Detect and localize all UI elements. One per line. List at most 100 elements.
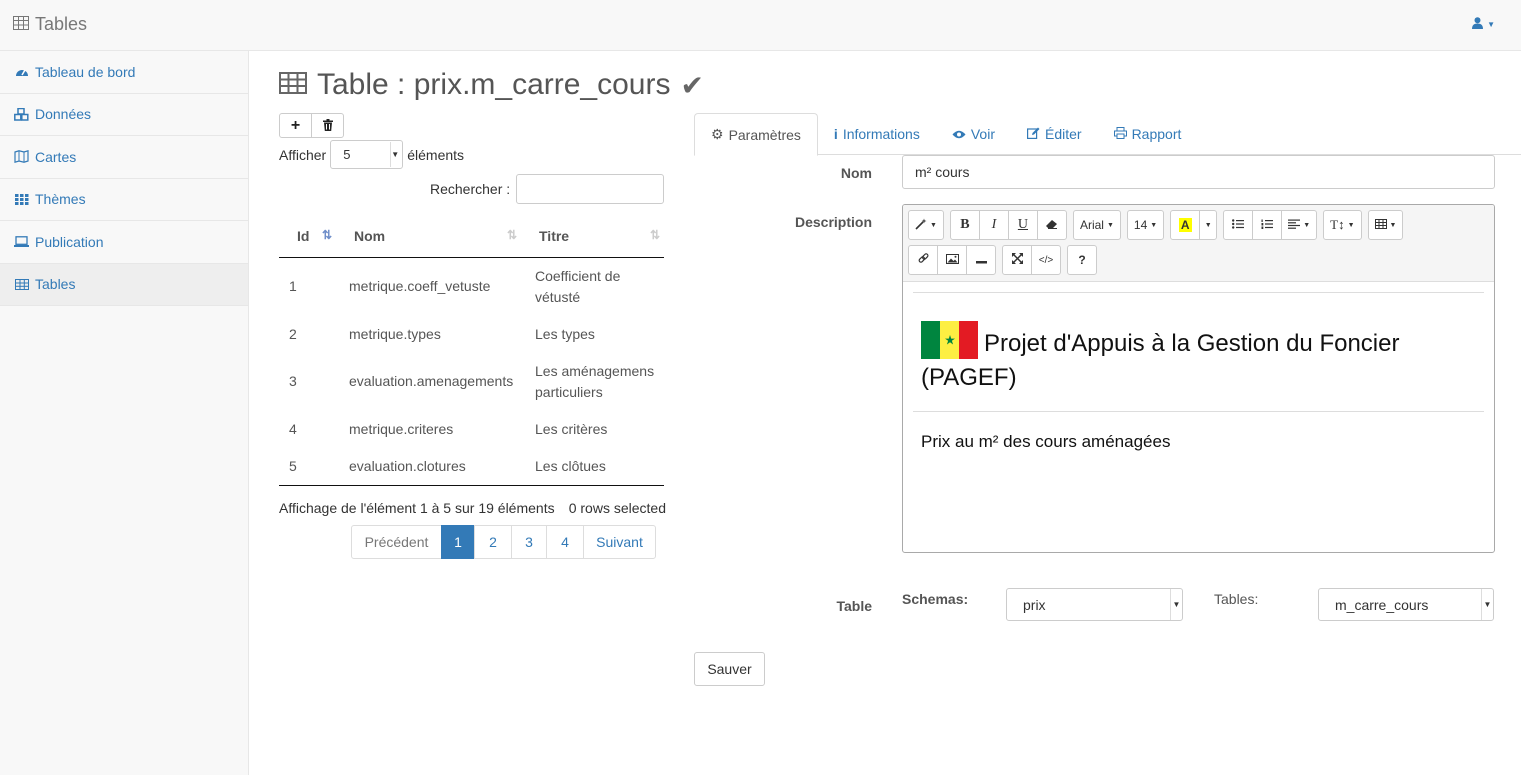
table-icon bbox=[13, 14, 29, 35]
color-dropdown[interactable]: ▼ bbox=[1199, 210, 1218, 240]
column-header-titre[interactable]: Titre ⇅ bbox=[521, 216, 664, 258]
font-name-dropdown[interactable]: Arial ▼ bbox=[1072, 210, 1121, 240]
table-header-row: Id ⇅ Nom ⇅ Titre ⇅ bbox=[279, 216, 664, 258]
pagination-next[interactable]: Suivant bbox=[583, 525, 656, 559]
caret-down-icon: ▼ bbox=[1389, 221, 1397, 229]
pagination-previous[interactable]: Précédent bbox=[351, 525, 442, 559]
cell-id: 1 bbox=[289, 278, 297, 294]
divider bbox=[913, 411, 1484, 412]
ordered-list-button[interactable] bbox=[1252, 210, 1283, 240]
save-button[interactable]: Sauver bbox=[694, 652, 765, 686]
unordered-list-button[interactable] bbox=[1223, 210, 1254, 240]
show-label: Afficher bbox=[279, 146, 327, 163]
cell-nom: metrique.criteres bbox=[349, 420, 454, 437]
paragraph-dropdown[interactable]: ▼ bbox=[1281, 210, 1318, 240]
info-icon: i bbox=[833, 126, 838, 142]
cell-titre: Coefficient de vétusté bbox=[535, 267, 621, 305]
user-menu[interactable]: ▼ bbox=[1472, 17, 1495, 32]
sidebar-item-themes[interactable]: Thèmes bbox=[0, 179, 248, 221]
cell-titre: Les aménagemens particuliers bbox=[535, 362, 655, 400]
sort-asc-icon: ⇅ bbox=[321, 228, 332, 242]
table-row[interactable]: 3 evaluation.amenagements Les aménagemen… bbox=[279, 353, 664, 411]
clear-format-button[interactable] bbox=[1036, 210, 1067, 240]
eye-icon bbox=[952, 126, 966, 142]
sidebar-item-label: Thèmes bbox=[35, 191, 86, 208]
italic-icon: I bbox=[991, 217, 997, 232]
code-icon: </> bbox=[1038, 254, 1054, 266]
pagination-page-4[interactable]: 4 bbox=[546, 525, 584, 559]
search-input[interactable] bbox=[516, 174, 665, 204]
pagination-page-1[interactable]: 1 bbox=[441, 525, 475, 559]
cell-titre: Les clôtues bbox=[521, 447, 664, 486]
cell-id: 3 bbox=[289, 373, 297, 389]
fullscreen-button[interactable] bbox=[1002, 245, 1032, 275]
table-dropdown[interactable]: ▼ bbox=[1367, 210, 1404, 240]
tab-editer[interactable]: Éditer bbox=[1011, 113, 1098, 155]
line-height-dropdown[interactable]: T↕ ▼ bbox=[1323, 210, 1362, 240]
caret-down-icon: ▼ bbox=[1204, 221, 1212, 229]
sidebar-item-cartes[interactable]: Cartes bbox=[0, 136, 248, 179]
table-icon bbox=[279, 68, 307, 102]
help-button[interactable]: ? bbox=[1067, 245, 1097, 275]
grid-icon bbox=[14, 193, 29, 205]
sidebar-item-publication[interactable]: Publication bbox=[0, 221, 248, 264]
add-button[interactable]: + bbox=[279, 113, 312, 138]
schemas-select[interactable]: prix ▼ bbox=[1006, 588, 1183, 621]
color-button[interactable]: A bbox=[1170, 210, 1201, 240]
page-length-select[interactable]: 5 ▼ bbox=[330, 140, 404, 169]
sort-icon: ⇅ bbox=[506, 228, 517, 242]
list-ol-icon bbox=[1261, 218, 1274, 232]
table-row[interactable]: 4 metrique.criteres Les critères bbox=[279, 411, 664, 448]
plus-icon: + bbox=[290, 116, 301, 134]
table-label: Table bbox=[836, 598, 872, 614]
sidebar-item-label: Cartes bbox=[35, 148, 77, 165]
tab-voir[interactable]: Voir bbox=[936, 113, 1011, 155]
cell-nom: evaluation.amenagements bbox=[349, 373, 514, 389]
minus-icon bbox=[975, 253, 987, 267]
sidebar-item-label: Tables bbox=[35, 276, 76, 293]
underline-button[interactable]: U bbox=[1007, 210, 1038, 240]
column-header-nom[interactable]: Nom ⇅ bbox=[336, 216, 521, 258]
editor-content[interactable]: Projet d'Appuis à la Gestion du Foncier … bbox=[903, 282, 1494, 452]
check-icon: ✔ bbox=[680, 69, 704, 101]
column-header-id[interactable]: Id ⇅ bbox=[279, 216, 336, 258]
italic-button[interactable]: I bbox=[978, 210, 1009, 240]
detail-tabs: ⚙ Paramètres i Informations Voir Éditer … bbox=[694, 113, 1521, 156]
code-view-button[interactable]: </> bbox=[1031, 245, 1061, 275]
link-button[interactable] bbox=[908, 245, 938, 275]
table-row[interactable]: 2 metrique.types Les types bbox=[279, 316, 664, 353]
caret-down-icon: ▼ bbox=[1170, 589, 1182, 620]
nom-label: Nom bbox=[840, 165, 872, 181]
app-brand[interactable]: Tables bbox=[13, 14, 87, 35]
senegal-flag-icon bbox=[921, 321, 978, 359]
table-row[interactable]: 1 metrique.coeff_vetuste Coefficient de … bbox=[279, 257, 664, 316]
tab-rapport[interactable]: Rapport bbox=[1098, 113, 1198, 155]
bold-button[interactable]: B bbox=[949, 210, 980, 240]
map-icon bbox=[14, 150, 29, 164]
cell-id: 2 bbox=[289, 325, 297, 342]
trash-icon bbox=[322, 118, 333, 134]
sidebar-item-tables[interactable]: Tables bbox=[0, 263, 248, 306]
sidebar-item-donnees[interactable]: Données bbox=[0, 94, 248, 136]
pagination-page-3[interactable]: 3 bbox=[511, 525, 547, 559]
sidebar-item-tableau-de-bord[interactable]: Tableau de bord bbox=[0, 51, 248, 94]
text-height-icon: T↕ bbox=[1330, 217, 1345, 232]
nom-field[interactable]: m² cours bbox=[902, 155, 1495, 189]
tables-label: Tables: bbox=[1214, 591, 1259, 607]
style-button[interactable]: ▼ bbox=[908, 210, 944, 240]
image-button[interactable] bbox=[937, 245, 967, 275]
caret-down-icon: ▼ bbox=[1106, 221, 1114, 229]
gear-icon: ⚙ bbox=[711, 126, 724, 142]
divider bbox=[913, 292, 1484, 293]
caret-down-icon: ▼ bbox=[1347, 221, 1355, 229]
sidebar-item-label: Tableau de bord bbox=[35, 63, 136, 80]
horizontal-rule-button[interactable] bbox=[966, 245, 996, 275]
font-size-dropdown[interactable]: 14 ▼ bbox=[1126, 210, 1165, 240]
tab-parametres[interactable]: ⚙ Paramètres bbox=[694, 113, 818, 156]
delete-button[interactable] bbox=[311, 113, 344, 138]
list-ul-icon bbox=[1232, 218, 1245, 232]
tables-select[interactable]: m_carre_cours ▼ bbox=[1318, 588, 1494, 621]
pagination-page-2[interactable]: 2 bbox=[474, 525, 512, 559]
tab-informations[interactable]: i Informations bbox=[818, 113, 936, 155]
table-row[interactable]: 5 evaluation.clotures Les clôtues bbox=[279, 447, 664, 486]
